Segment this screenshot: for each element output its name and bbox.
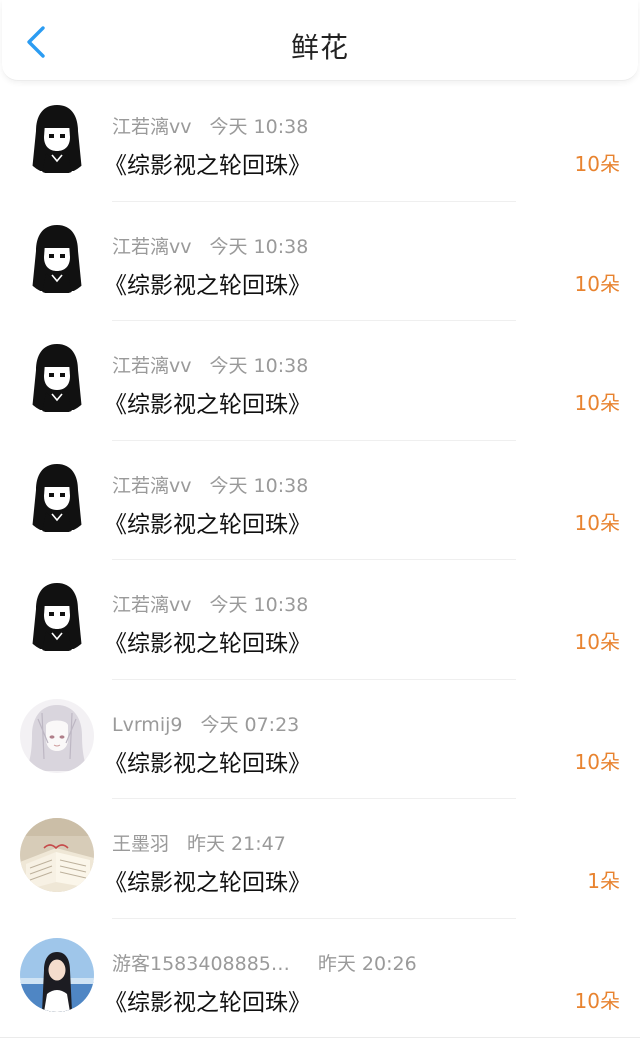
avatar[interactable]: [20, 818, 94, 892]
flower-row[interactable]: Lvrmij9 今天 07:23 《综影视之轮回珠》 10朵: [0, 680, 640, 800]
flower-count: 1朵: [587, 869, 620, 893]
flower-row[interactable]: 江若漓vv 今天 10:38 《综影视之轮回珠》 10朵: [0, 441, 640, 561]
user-name[interactable]: 江若漓vv: [112, 475, 192, 497]
flower-count: 10朵: [574, 152, 620, 176]
user-name[interactable]: 江若漓vv: [112, 355, 192, 377]
timestamp: 今天 10:38: [209, 116, 309, 138]
book-title[interactable]: 《综影视之轮回珠》: [104, 983, 311, 1017]
flower-list: 江若漓vv 今天 10:38 《综影视之轮回珠》 10朵 江若漓vv 今天 10…: [0, 82, 640, 1038]
book-title[interactable]: 《综影视之轮回珠》: [104, 266, 311, 300]
flower-row[interactable]: 游客1583408885… 昨天 20:26 《综影视之轮回珠》 10朵: [0, 919, 640, 1039]
anime-girl-black-hair-icon: [20, 340, 94, 414]
avatar[interactable]: [20, 340, 94, 414]
user-name[interactable]: Lvrmij9: [112, 714, 182, 736]
avatar[interactable]: [20, 101, 94, 175]
user-name[interactable]: 游客1583408885…: [112, 953, 290, 975]
flower-row[interactable]: 江若漓vv 今天 10:38 《综影视之轮回珠》 10朵: [0, 202, 640, 322]
flower-row[interactable]: 江若漓vv 今天 10:38 《综影视之轮回珠》 10朵: [0, 560, 640, 680]
girl-seaside-photo-icon: [20, 937, 94, 1012]
flower-count: 10朵: [574, 391, 620, 415]
timestamp: 今天 07:23: [200, 713, 300, 736]
user-name[interactable]: 江若漓vv: [112, 594, 192, 616]
user-name[interactable]: 王墨羽: [112, 833, 169, 855]
flowers-page: 鲜花 江若漓vv 今天 10:38 《综影视之轮回珠》 10朵 江若漓vv 今天…: [0, 0, 640, 1047]
avatar[interactable]: [20, 698, 94, 773]
page-title: 鲜花: [290, 31, 349, 64]
flower-count: 10朵: [574, 749, 620, 774]
book-title[interactable]: 《综影视之轮回珠》: [104, 744, 311, 778]
anime-girl-white-hair-icon: [20, 698, 94, 773]
timestamp: 今天 10:38: [209, 594, 309, 616]
flower-count: 10朵: [574, 271, 620, 296]
anime-girl-black-hair-icon: [20, 579, 94, 653]
flower-count: 10朵: [574, 630, 620, 654]
user-name[interactable]: 江若漓vv: [112, 236, 192, 258]
book-title[interactable]: 《综影视之轮回珠》: [104, 146, 311, 180]
timestamp: 昨天 20:26: [317, 952, 417, 975]
book-title[interactable]: 《综影视之轮回珠》: [104, 624, 311, 658]
flower-count: 10朵: [574, 988, 620, 1013]
timestamp: 今天 10:38: [209, 235, 309, 258]
flower-row[interactable]: 江若漓vv 今天 10:38 《综影视之轮回珠》 10朵: [0, 82, 640, 202]
book-title[interactable]: 《综影视之轮回珠》: [104, 863, 311, 897]
open-book-photo-icon: [20, 818, 94, 892]
timestamp: 今天 10:38: [209, 355, 309, 377]
avatar[interactable]: [20, 937, 94, 1012]
avatar[interactable]: [20, 459, 94, 534]
flower-row[interactable]: 王墨羽 昨天 21:47 《综影视之轮回珠》 1朵: [0, 799, 640, 919]
timestamp: 今天 10:38: [209, 474, 309, 497]
anime-girl-black-hair-icon: [20, 220, 94, 295]
book-title[interactable]: 《综影视之轮回珠》: [104, 505, 311, 539]
avatar[interactable]: [20, 579, 94, 653]
book-title[interactable]: 《综影视之轮回珠》: [104, 385, 311, 419]
anime-girl-black-hair-icon: [20, 101, 94, 175]
timestamp: 昨天 21:47: [187, 833, 286, 855]
avatar[interactable]: [20, 220, 94, 295]
flower-count: 10朵: [574, 510, 620, 535]
flower-row[interactable]: 江若漓vv 今天 10:38 《综影视之轮回珠》 10朵: [0, 321, 640, 441]
user-name[interactable]: 江若漓vv: [112, 116, 192, 138]
top-nav-bar: 鲜花: [2, 0, 638, 81]
anime-girl-black-hair-icon: [20, 459, 94, 534]
